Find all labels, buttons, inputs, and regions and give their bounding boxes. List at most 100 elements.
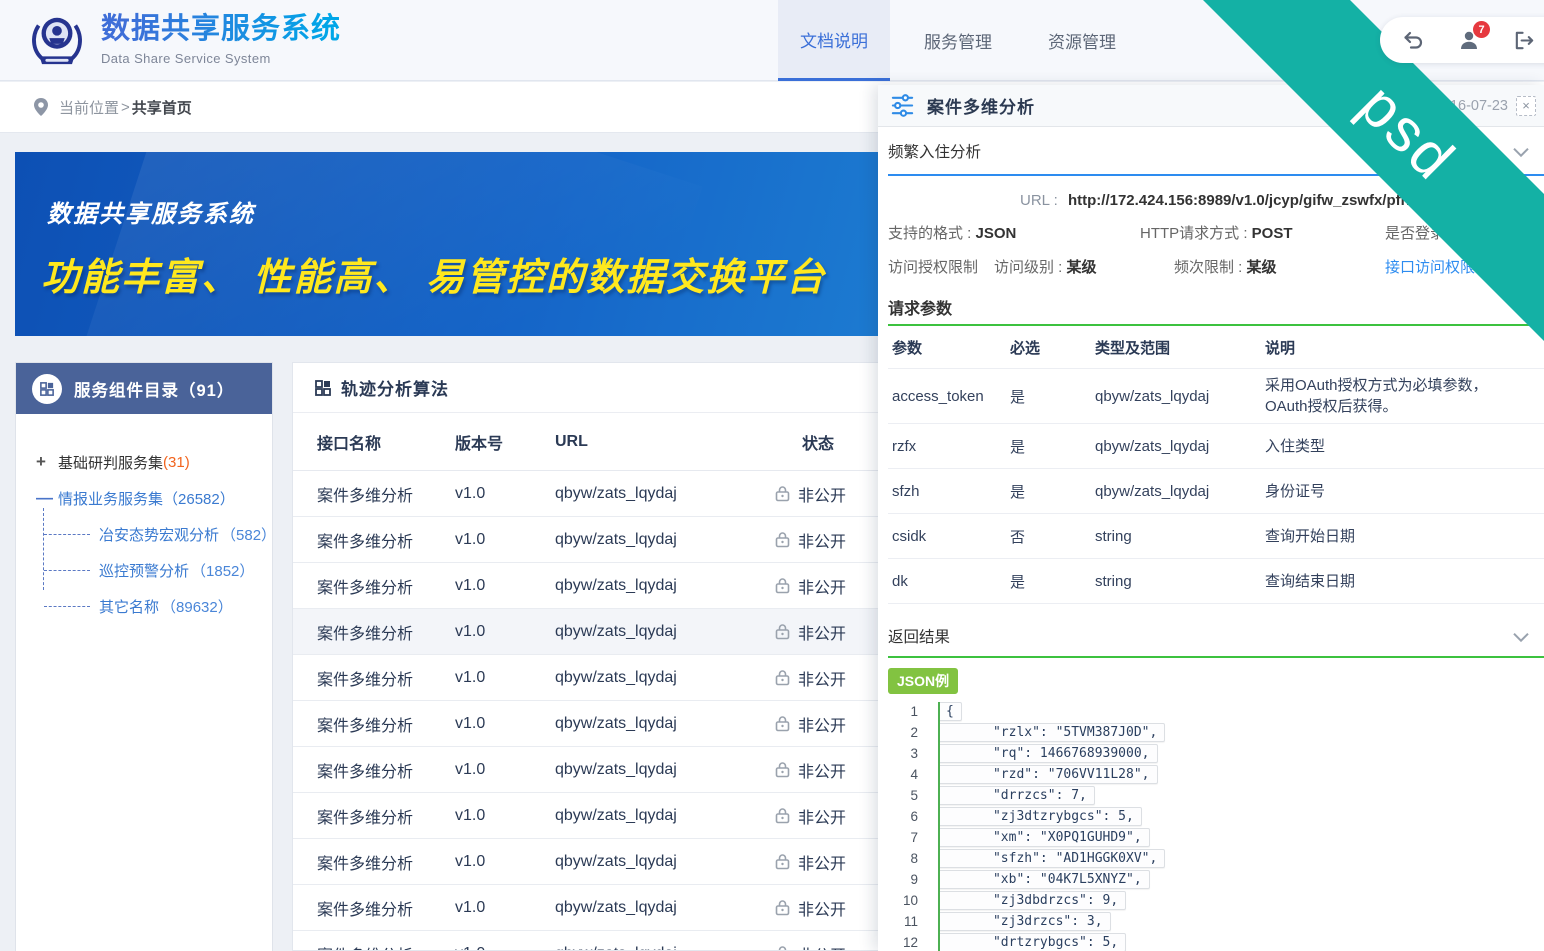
- page: 数据共享服务系统 Data Share Service System 文档说明 …: [0, 0, 1544, 951]
- lock-icon: [775, 853, 790, 870]
- line-number: 7: [888, 830, 928, 845]
- param-desc: 身份证号: [1265, 481, 1524, 502]
- lock-icon: [775, 577, 790, 594]
- param-row: access_token 是 qbyw/zats_lqydaj 采用OAuth授…: [888, 369, 1544, 424]
- code-text: "rzd": "706VV11L28",: [938, 765, 1158, 784]
- main-nav: 文档说明 服务管理 资源管理: [778, 0, 1150, 81]
- tree-item-intel-services[interactable]: — 情报业务服务集（26582）: [36, 480, 272, 516]
- tab-service-management[interactable]: 服务管理: [902, 0, 1014, 81]
- tree-child-item[interactable]: 巡控预警分析（1852）: [43, 552, 272, 588]
- freq-label: 频次限制 :: [1174, 259, 1242, 276]
- chevron-down-icon[interactable]: [1512, 630, 1530, 648]
- code-text: "xb": "04K7L5XNYZ",: [938, 870, 1150, 889]
- sidebar-title: 服务组件目录（91）: [74, 377, 234, 401]
- level-value: 某级: [1067, 259, 1097, 276]
- auth-limit-label: 访问授权限制: [888, 259, 978, 276]
- api-detail-panel: 案件多维分析 2016-07-23 × 频繁入住分析 URL : http://…: [878, 85, 1544, 951]
- collapse-icon[interactable]: —: [36, 488, 58, 508]
- undo-button[interactable]: [1402, 28, 1426, 52]
- param-row: dk 是 string 查询结束日期: [888, 559, 1544, 604]
- panel-header: 案件多维分析 2016-07-23 ×: [878, 85, 1544, 127]
- param-required: 否: [1010, 526, 1095, 547]
- code-line: 11 "zj3drzcs": 3,: [888, 911, 1544, 932]
- breadcrumb-separator: >: [121, 99, 130, 116]
- param-desc: 查询结束日期: [1265, 571, 1524, 592]
- request-params-title: 请求参数: [888, 290, 1544, 324]
- code-text: "drtzrybgcs": 5,: [938, 933, 1126, 951]
- code-text: "zj3dtzrybgcs": 5,: [938, 807, 1142, 826]
- lock-icon: [775, 669, 790, 686]
- status-badge: 非公开: [798, 620, 846, 644]
- line-number: 6: [888, 809, 928, 824]
- code-text: "zj3drzcs": 3,: [938, 912, 1111, 931]
- lock-icon: [775, 899, 790, 916]
- location-pin-icon: [33, 97, 49, 117]
- status-badge: 非公开: [798, 896, 846, 920]
- lock-icon: [775, 807, 790, 824]
- close-button[interactable]: ×: [1516, 96, 1536, 116]
- status-badge: 非公开: [798, 850, 846, 874]
- lock-icon: [775, 761, 790, 778]
- line-number: 10: [888, 893, 928, 908]
- tree-child-item[interactable]: 其它名称（89632）: [43, 588, 272, 624]
- code-line: 6 "zj3dtzrybgcs": 5,: [888, 806, 1544, 827]
- param-required: 是: [1010, 481, 1095, 502]
- line-number: 4: [888, 767, 928, 782]
- code-text: "xm": "X0PQ1GUHD9",: [938, 828, 1150, 847]
- sliders-icon: [890, 93, 915, 118]
- param-row: sfzh 是 qbyw/zats_lqydaj 身份证号: [888, 469, 1544, 514]
- lock-icon: [775, 623, 790, 640]
- json-code-block: 1 { 2 "rzlx": "5TVM387J0D", 3 "rq": 1466…: [888, 701, 1544, 951]
- section-title: 返回结果: [888, 625, 950, 647]
- line-number: 5: [888, 788, 928, 803]
- api-url-row: URL : http://172.424.156:8989/v1.0/jcyp/…: [1020, 192, 1544, 209]
- panel-date: 2016-07-23: [1434, 98, 1508, 114]
- user-button[interactable]: 7: [1457, 28, 1481, 52]
- param-name: access_token: [892, 388, 1010, 405]
- lock-icon: [775, 715, 790, 732]
- param-type: qbyw/zats_lqydaj: [1095, 483, 1265, 500]
- status-badge: 非公开: [798, 942, 846, 951]
- service-tree: + 基础研判服务集(31) — 情报业务服务集（26582） 冶安态势宏观分析（…: [16, 414, 272, 624]
- breadcrumb-prefix: 当前位置: [59, 97, 119, 118]
- tree-item-basic-services[interactable]: + 基础研判服务集(31): [36, 444, 272, 480]
- status-badge: 非公开: [798, 712, 846, 736]
- tab-doc-description[interactable]: 文档说明: [778, 0, 890, 81]
- params-table: 参数 必选 类型及范围 说明 access_token 是 qbyw/zats_…: [888, 324, 1544, 604]
- code-line: 4 "rzd": "706VV11L28",: [888, 764, 1544, 785]
- app-title: 数据共享服务系统: [101, 10, 341, 48]
- param-row: rzfx 是 qbyw/zats_lqydaj 入住类型: [888, 424, 1544, 469]
- param-type: qbyw/zats_lqydaj: [1095, 388, 1265, 405]
- chevron-down-icon[interactable]: [1512, 144, 1530, 162]
- url-value: http://172.424.156:8989/v1.0/jcyp/gifw_z…: [1068, 192, 1427, 209]
- params-rows: access_token 是 qbyw/zats_lqydaj 采用OAuth授…: [888, 369, 1544, 604]
- code-lines: 1 { 2 "rzlx": "5TVM387J0D", 3 "rq": 1466…: [888, 701, 1544, 951]
- params-header-row: 参数 必选 类型及范围 说明: [888, 326, 1544, 369]
- tab-resource-management[interactable]: 资源管理: [1026, 0, 1138, 81]
- param-row: csidk 否 string 查询开始日期: [888, 514, 1544, 559]
- section-title: 频繁入住分析: [888, 140, 981, 162]
- code-text: "drrzcs": 7,: [938, 786, 1095, 805]
- api-access-permission-link[interactable]: 接口访问权限: [1385, 256, 1544, 277]
- login-label: 是否登录: [1385, 222, 1544, 243]
- tree-children: 冶安态势宏观分析（582） 巡控预警分析（1852） 其它名称（89632）: [43, 516, 272, 624]
- line-number: 11: [888, 914, 928, 929]
- meta-row-2: 访问授权限制访问级别 : 某级 频次限制 : 某级 接口访问权限: [888, 256, 1544, 277]
- format-value: JSON: [976, 225, 1017, 242]
- param-required: 是: [1010, 571, 1095, 592]
- status-badge: 非公开: [798, 666, 846, 690]
- breadcrumb-current[interactable]: 共享首页: [132, 97, 192, 118]
- meta-row-1: 支持的格式 : JSON HTTP请求方式 : POST 是否登录: [888, 222, 1544, 243]
- logout-button[interactable]: [1512, 28, 1536, 52]
- lock-icon: [775, 531, 790, 548]
- param-required: 是: [1010, 386, 1095, 407]
- grid-icon: [40, 382, 54, 396]
- line-number: 1: [888, 704, 928, 719]
- param-name: sfzh: [892, 483, 1010, 500]
- user-toolbar: 7: [1380, 17, 1544, 63]
- status-badge: 非公开: [798, 482, 846, 506]
- section-frequent-checkin: 频繁入住分析: [888, 127, 1544, 176]
- code-line: 5 "drrzcs": 7,: [888, 785, 1544, 806]
- expand-icon[interactable]: +: [36, 452, 58, 472]
- tree-child-item[interactable]: 冶安态势宏观分析（582）: [43, 516, 272, 552]
